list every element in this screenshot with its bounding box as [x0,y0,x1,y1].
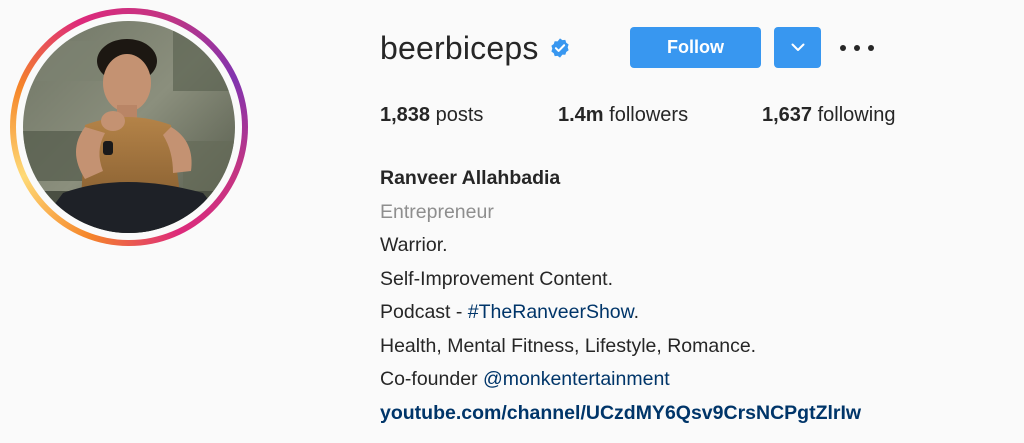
avatar-photo [23,21,235,233]
podcast-suffix: . [633,301,640,323]
following-stat[interactable]: 1,637 following [762,104,895,127]
hashtag-link[interactable]: #TheRanveerShow [468,301,634,323]
bio-line: Health, Mental Fitness, Lifestyle, Roman… [380,334,757,357]
category-label: Entrepreneur [380,200,494,223]
dot [868,45,874,51]
full-name: Ranveer Allahbadia [380,167,561,189]
posts-stat: 1,838 posts [380,104,483,127]
mention-link[interactable]: @monkentertainment [483,368,670,390]
avatar-story-ring[interactable] [10,8,248,246]
bio-line-podcast: Podcast - #TheRanveerShow. [380,296,861,330]
followers-count: 1.4m [558,104,604,126]
avatar[interactable] [23,21,235,233]
posts-count: 1,838 [380,104,431,126]
dot [840,45,846,51]
chevron-down-icon [791,43,804,51]
podcast-prefix: Podcast - [380,301,468,323]
bio-line-cofounder: Co-founder @monkentertainment [380,363,861,397]
verified-badge-icon [550,38,569,58]
follow-button[interactable]: Follow [630,27,761,68]
followers-stat[interactable]: 1.4m followers [558,104,688,127]
cofounder-prefix: Co-founder [380,368,483,390]
more-options-icon[interactable] [840,38,874,58]
followers-label: followers [603,104,689,126]
bio-line: Self-Improvement Content. [380,267,614,290]
following-label: following [812,104,896,126]
suggested-accounts-button[interactable] [774,27,821,68]
bio-line: Warrior. [380,234,448,256]
username: beerbiceps [380,29,539,66]
profile-header: beerbiceps [380,26,571,70]
dot [854,45,860,51]
following-count: 1,637 [762,104,813,126]
posts-label: posts [430,104,484,126]
website-link[interactable]: youtube.com/channel/UCzdMY6Qsv9CrsNCPgtZ… [380,397,861,431]
profile-bio: Ranveer Allahbadia Entrepreneur Warrior.… [380,162,861,430]
